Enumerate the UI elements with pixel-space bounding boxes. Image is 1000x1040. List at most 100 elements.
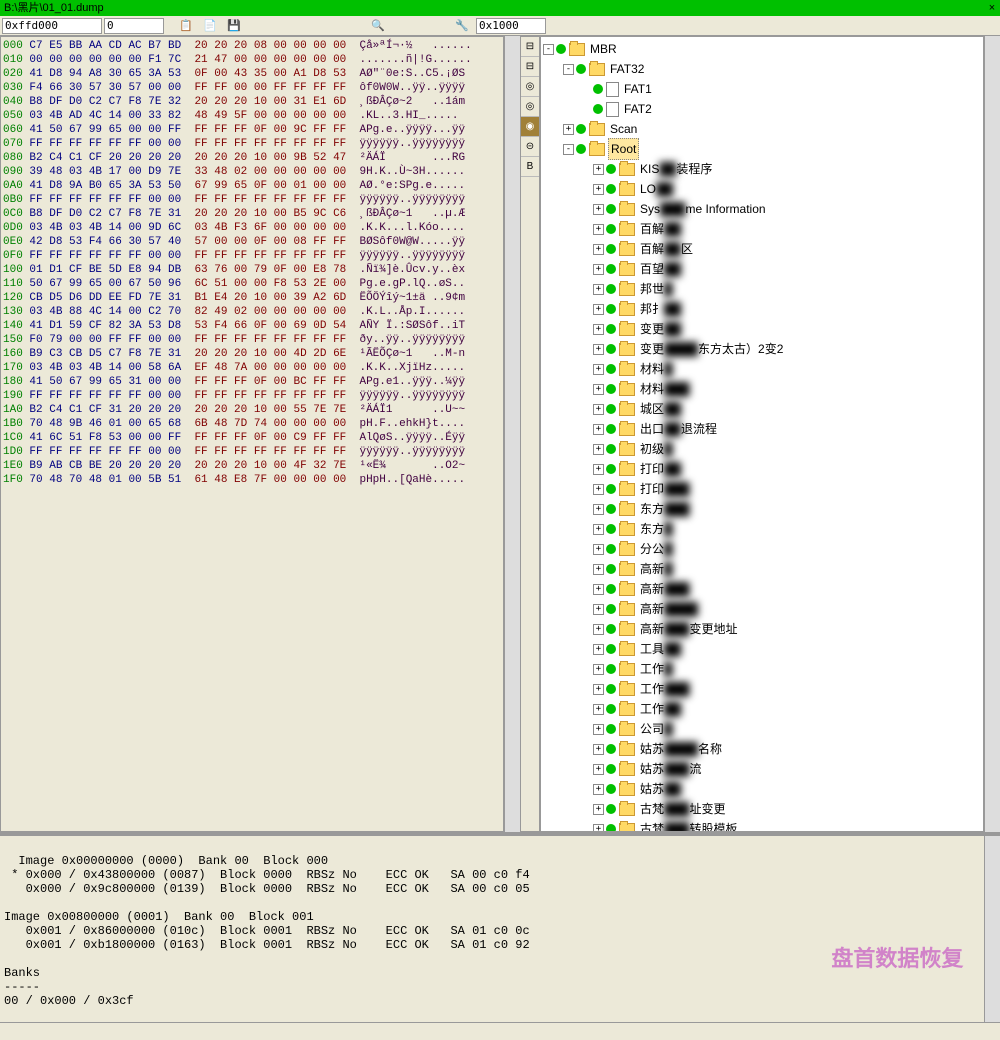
expand-icon[interactable]: + bbox=[593, 244, 604, 255]
expand-icon[interactable]: + bbox=[593, 404, 604, 415]
hex-scrollbar[interactable] bbox=[504, 36, 520, 832]
tree-item[interactable]: 材料███ bbox=[638, 379, 692, 399]
address-input[interactable] bbox=[2, 18, 102, 34]
iconbar-item-3[interactable]: ◎ bbox=[521, 97, 539, 117]
iconbar-item-4[interactable]: ◉ bbox=[521, 117, 539, 137]
expand-icon[interactable]: + bbox=[593, 724, 604, 735]
tree-item[interactable]: 城区██ bbox=[638, 399, 683, 419]
tree-item[interactable]: 打印███ bbox=[638, 479, 692, 499]
expand-icon[interactable]: + bbox=[593, 264, 604, 275]
expand-icon[interactable]: + bbox=[593, 704, 604, 715]
expand-icon[interactable]: + bbox=[593, 424, 604, 435]
tree-fat1[interactable]: FAT1 bbox=[622, 79, 654, 99]
expand-icon[interactable]: + bbox=[593, 524, 604, 535]
tool-icon[interactable]: 🔧 bbox=[454, 18, 470, 34]
tree-item[interactable]: 高新███变更地址 bbox=[638, 619, 740, 639]
tree-item[interactable]: LO██ bbox=[638, 179, 675, 199]
tree-item[interactable]: 姑苏████名称 bbox=[638, 739, 724, 759]
tree-item[interactable]: 姑苏██ bbox=[638, 779, 683, 799]
tree-scrollbar[interactable] bbox=[984, 36, 1000, 832]
tree-item[interactable]: 姑苏███流 bbox=[638, 759, 704, 779]
iconbar-item-5[interactable]: ⊝ bbox=[521, 137, 539, 157]
tree-item[interactable]: 邦世█ bbox=[638, 279, 675, 299]
expand-icon[interactable]: + bbox=[593, 544, 604, 555]
copy-icon[interactable]: 📋 bbox=[178, 18, 194, 34]
expand-icon[interactable]: + bbox=[563, 124, 574, 135]
tree-item[interactable]: 古梵███转股模板 bbox=[638, 819, 740, 832]
size-input[interactable] bbox=[476, 18, 546, 34]
expand-icon[interactable]: + bbox=[593, 304, 604, 315]
expand-icon[interactable]: - bbox=[563, 144, 574, 155]
expand-icon[interactable]: + bbox=[593, 664, 604, 675]
tree-item[interactable]: 变更████东方太古）2变2 bbox=[638, 339, 785, 359]
expand-icon[interactable]: + bbox=[593, 824, 604, 833]
tree-item[interactable]: 分公█ bbox=[638, 539, 675, 559]
tree-item[interactable]: 工作███ bbox=[638, 679, 692, 699]
tree-item[interactable]: 工具██ bbox=[638, 639, 683, 659]
tree-item[interactable]: 高新████ bbox=[638, 599, 700, 619]
find-icon[interactable]: 🔍 bbox=[370, 18, 386, 34]
expand-icon[interactable]: + bbox=[593, 744, 604, 755]
iconbar-item-0[interactable]: ⊟ bbox=[521, 37, 539, 57]
tree-fat2[interactable]: FAT2 bbox=[622, 99, 654, 119]
tree-root[interactable]: Root bbox=[608, 138, 639, 160]
tree-item[interactable]: 东方█ bbox=[638, 519, 675, 539]
tree-fat32[interactable]: FAT32 bbox=[608, 59, 646, 79]
expand-icon[interactable]: + bbox=[593, 484, 604, 495]
tree-item[interactable]: 百解██区 bbox=[638, 239, 695, 259]
expand-icon[interactable]: + bbox=[593, 224, 604, 235]
expand-icon[interactable]: + bbox=[593, 384, 604, 395]
expand-icon[interactable]: + bbox=[593, 204, 604, 215]
expand-icon[interactable]: + bbox=[593, 324, 604, 335]
tree-item[interactable]: Sys███me Information bbox=[638, 199, 768, 219]
tree-item[interactable]: 打印██ bbox=[638, 459, 683, 479]
tree-item[interactable]: 古梵███址变更 bbox=[638, 799, 728, 819]
tree-item[interactable]: 变更██ bbox=[638, 319, 683, 339]
paste-icon[interactable]: 📄 bbox=[202, 18, 218, 34]
tree-item[interactable]: 工作█ bbox=[638, 659, 675, 679]
expand-icon[interactable]: + bbox=[593, 604, 604, 615]
expand-icon[interactable]: + bbox=[593, 504, 604, 515]
tree-item[interactable]: 材料█ bbox=[638, 359, 675, 379]
tree-item[interactable]: 百解██ bbox=[638, 219, 683, 239]
tree-item[interactable]: 高新███ bbox=[638, 579, 692, 599]
log-scrollbar[interactable] bbox=[984, 836, 1000, 1022]
tree-item[interactable]: 出口██退流程 bbox=[638, 419, 719, 439]
tree-item[interactable]: 东方███ bbox=[638, 499, 692, 519]
tree-item[interactable]: 百望██ bbox=[638, 259, 683, 279]
tree-item[interactable]: 高新█ bbox=[638, 559, 675, 579]
expand-icon[interactable]: - bbox=[543, 44, 554, 55]
expand-icon[interactable]: + bbox=[593, 684, 604, 695]
tree-scan[interactable]: Scan bbox=[608, 119, 639, 139]
iconbar-item-6[interactable]: B bbox=[521, 157, 539, 177]
expand-icon[interactable]: + bbox=[593, 464, 604, 475]
expand-icon[interactable]: + bbox=[593, 804, 604, 815]
iconbar-item-2[interactable]: ◎ bbox=[521, 77, 539, 97]
expand-icon[interactable]: + bbox=[593, 624, 604, 635]
tree-item[interactable]: 公司█ bbox=[638, 719, 675, 739]
iconbar-item-1[interactable]: ⊟ bbox=[521, 57, 539, 77]
log-pane[interactable]: Image 0x00000000 (0000) Bank 00 Block 00… bbox=[0, 832, 1000, 1022]
expand-icon[interactable]: + bbox=[593, 784, 604, 795]
expand-icon[interactable]: + bbox=[593, 564, 604, 575]
expand-icon[interactable]: + bbox=[593, 584, 604, 595]
tree-item[interactable]: 初级█ bbox=[638, 439, 675, 459]
tree-item[interactable]: 工作██ bbox=[638, 699, 683, 719]
tree-mbr[interactable]: MBR bbox=[588, 39, 619, 59]
expand-icon[interactable]: + bbox=[593, 764, 604, 775]
expand-icon[interactable]: + bbox=[593, 184, 604, 195]
expand-icon[interactable]: + bbox=[593, 644, 604, 655]
tree-item[interactable]: KIS██装程序 bbox=[638, 159, 714, 179]
expand-icon[interactable]: - bbox=[563, 64, 574, 75]
expand-icon[interactable]: + bbox=[593, 444, 604, 455]
expand-icon[interactable]: + bbox=[593, 284, 604, 295]
expand-icon[interactable]: + bbox=[593, 344, 604, 355]
tree-item[interactable]: 邦扌██ bbox=[638, 299, 683, 319]
save-icon[interactable]: 💾 bbox=[226, 18, 242, 34]
close-button[interactable]: × bbox=[984, 0, 1000, 16]
expand-icon[interactable]: + bbox=[593, 364, 604, 375]
hex-view[interactable]: 000 C7 E5 BB AA CD AC B7 BD 20 20 20 08 … bbox=[1, 37, 503, 831]
expand-icon[interactable]: + bbox=[593, 164, 604, 175]
address2-input[interactable] bbox=[104, 18, 164, 34]
file-tree[interactable]: - MBR - FAT32FAT1FAT2 + Scan - Root + KIS██装程序 + LO… bbox=[540, 36, 984, 832]
